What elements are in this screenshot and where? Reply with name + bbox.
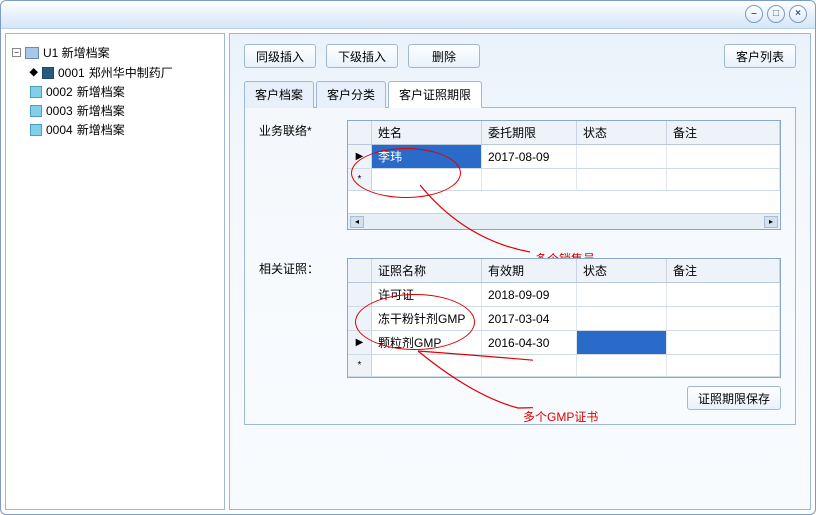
toolbar: 同级插入 下级插入 删除 客户列表 [244, 44, 796, 68]
col-remark[interactable]: 备注 [667, 259, 780, 282]
tree-item-code: 0004 [46, 123, 73, 137]
table-row[interactable]: ▶ 李玮 2017-08-09 [348, 145, 780, 169]
new-row-icon: * [348, 169, 372, 190]
cell-status[interactable] [577, 145, 667, 168]
col-remark[interactable]: 备注 [667, 121, 780, 144]
tree-root-label: U1 新增档案 [43, 44, 110, 61]
table-row[interactable]: 冻干粉针剂GMP 2017-03-04 [348, 307, 780, 331]
table-row-new[interactable]: * [348, 355, 780, 377]
doc-icon [42, 67, 54, 79]
tree-item-code: 0003 [46, 104, 73, 118]
col-status[interactable]: 状态 [577, 121, 667, 144]
bullet-icon [29, 68, 37, 76]
child-level-insert-button[interactable]: 下级插入 [326, 44, 398, 68]
cell-valid[interactable] [482, 355, 577, 376]
cert-label: 相关证照： [259, 258, 347, 277]
cell-name[interactable] [372, 169, 482, 190]
table-row[interactable]: ▶ 颗粒剂GMP 2016-04-30 [348, 331, 780, 355]
tab-strip: 客户档案 客户分类 客户证照期限 [244, 80, 796, 108]
cell-valid[interactable]: 2017-03-04 [482, 307, 577, 330]
cert-grid: 证照名称 有效期 状态 备注 许可证 2018-09-09 [347, 258, 781, 378]
app-window: – □ × − U1 新增档案 0001 郑州华中制药厂 0 [0, 0, 816, 515]
cell-remark[interactable] [667, 283, 780, 306]
new-row-icon: * [348, 355, 372, 376]
doc-icon [30, 105, 42, 117]
cell-cert[interactable]: 许可证 [372, 283, 482, 306]
cell-remark[interactable] [667, 307, 780, 330]
tab-body: 业务联络* 姓名 委托期限 状态 备注 ▶ 李玮 2017-08-09 [244, 108, 796, 425]
tree-collapse-icon[interactable]: − [12, 48, 21, 57]
minimize-button[interactable]: – [745, 5, 763, 23]
contact-grid: 姓名 委托期限 状态 备注 ▶ 李玮 2017-08-09 [347, 120, 781, 230]
tab-profile[interactable]: 客户档案 [244, 81, 314, 108]
annotation-multi-gmp: 多个GMP证书 [523, 408, 598, 425]
tree-item-code: 0001 [58, 66, 85, 80]
tree-children: 0001 郑州华中制药厂 0002 新增档案 0003 新增档案 0004 新增… [28, 63, 220, 139]
maximize-button[interactable]: □ [767, 5, 785, 23]
contact-label: 业务联络* [259, 120, 347, 139]
sidebar-tree: − U1 新增档案 0001 郑州华中制药厂 0002 新增档案 [5, 33, 225, 510]
tree-item-label: 新增档案 [77, 102, 125, 119]
cell-remark[interactable] [667, 169, 780, 190]
same-level-insert-button[interactable]: 同级插入 [244, 44, 316, 68]
content-area: − U1 新增档案 0001 郑州华中制药厂 0002 新增档案 [1, 29, 815, 514]
col-status[interactable]: 状态 [577, 259, 667, 282]
close-button[interactable]: × [789, 5, 807, 23]
cell-cert[interactable]: 颗粒剂GMP [372, 331, 482, 354]
tree-item[interactable]: 0001 郑州华中制药厂 [28, 63, 220, 82]
scroll-right-icon[interactable]: ▸ [764, 216, 778, 228]
save-row: 证照期限保存 [259, 386, 781, 410]
row-indicator-icon [348, 283, 372, 306]
scroll-left-icon[interactable]: ◂ [350, 216, 364, 228]
title-bar: – □ × [1, 1, 815, 29]
tree-item[interactable]: 0003 新增档案 [28, 101, 220, 120]
table-row-new[interactable]: * [348, 169, 780, 191]
cert-grid-header: 证照名称 有效期 状态 备注 [348, 259, 780, 283]
delete-button[interactable]: 删除 [408, 44, 480, 68]
cell-valid[interactable]: 2016-04-30 [482, 331, 577, 354]
folder-icon [25, 47, 39, 59]
cell-status[interactable] [577, 169, 667, 190]
cell-valid[interactable]: 2018-09-09 [482, 283, 577, 306]
tree-item[interactable]: 0002 新增档案 [28, 82, 220, 101]
col-cert[interactable]: 证照名称 [372, 259, 482, 282]
cell-entrust[interactable]: 2017-08-09 [482, 145, 577, 168]
contact-grid-header: 姓名 委托期限 状态 备注 [348, 121, 780, 145]
cell-remark[interactable] [667, 355, 780, 376]
grid-scrollbar[interactable]: ◂ ▸ [348, 213, 780, 229]
tree-item-label: 新增档案 [77, 83, 125, 100]
col-entrust[interactable]: 委托期限 [482, 121, 577, 144]
main-panel: 同级插入 下级插入 删除 客户列表 客户档案 客户分类 客户证照期限 业务联络* [229, 33, 811, 510]
tree-item[interactable]: 0004 新增档案 [28, 120, 220, 139]
cell-status[interactable] [577, 331, 667, 354]
cell-entrust[interactable] [482, 169, 577, 190]
save-cert-period-button[interactable]: 证照期限保存 [687, 386, 781, 410]
cell-cert[interactable]: 冻干粉针剂GMP [372, 307, 482, 330]
cell-status[interactable] [577, 307, 667, 330]
row-indicator-icon [348, 307, 372, 330]
cell-remark[interactable] [667, 145, 780, 168]
col-name[interactable]: 姓名 [372, 121, 482, 144]
cert-section: 相关证照： 证照名称 有效期 状态 备注 许可证 2018-09-09 [259, 258, 781, 378]
cell-status[interactable] [577, 355, 667, 376]
cell-name[interactable]: 李玮 [372, 145, 482, 168]
row-indicator-icon: ▶ [348, 145, 372, 168]
doc-icon [30, 86, 42, 98]
cell-cert[interactable] [372, 355, 482, 376]
doc-icon [30, 124, 42, 136]
row-indicator-icon: ▶ [348, 331, 372, 354]
tree-root[interactable]: − U1 新增档案 [10, 42, 220, 63]
tree-item-code: 0002 [46, 85, 73, 99]
contact-section: 业务联络* 姓名 委托期限 状态 备注 ▶ 李玮 2017-08-09 [259, 120, 781, 230]
tree-item-label: 郑州华中制药厂 [89, 64, 173, 81]
col-valid[interactable]: 有效期 [482, 259, 577, 282]
tree-item-label: 新增档案 [77, 121, 125, 138]
cell-status[interactable] [577, 283, 667, 306]
tab-cert-period[interactable]: 客户证照期限 [388, 81, 482, 108]
tab-category[interactable]: 客户分类 [316, 81, 386, 108]
customer-list-button[interactable]: 客户列表 [724, 44, 796, 68]
window-controls: – □ × [745, 5, 807, 23]
table-row[interactable]: 许可证 2018-09-09 [348, 283, 780, 307]
cell-remark[interactable] [667, 331, 780, 354]
